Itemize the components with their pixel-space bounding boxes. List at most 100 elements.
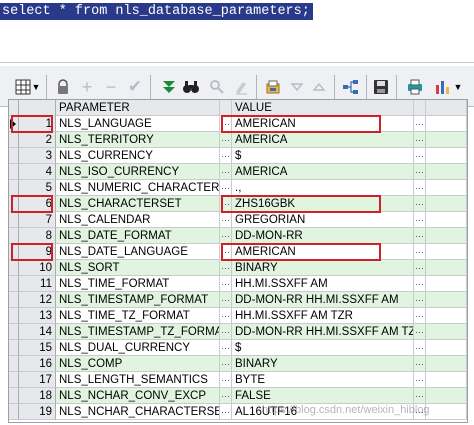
table-row[interactable]: 17 NLS_LENGTH_SEMANTICS ··· BYTE ··· (9, 372, 467, 388)
sql-text-selected[interactable]: select * from nls_database_parameters; (0, 3, 313, 20)
cell-value[interactable]: $ (232, 340, 414, 356)
cell-value[interactable]: FALSE (232, 388, 414, 404)
cell-value[interactable]: HH.MI.SSXFF AM TZR (232, 308, 414, 324)
cell-more-button[interactable]: ··· (220, 340, 232, 356)
print-icon[interactable] (404, 76, 426, 98)
cell-more-button[interactable]: ··· (220, 404, 232, 420)
export-icon[interactable] (262, 76, 284, 98)
cell-more-button[interactable]: ··· (220, 164, 232, 180)
cell-more-button[interactable]: ··· (220, 308, 232, 324)
cell-parameter[interactable]: NLS_SORT (56, 260, 220, 276)
cell-more-button[interactable]: ··· (414, 180, 426, 196)
cell-parameter[interactable]: NLS_COMP (56, 356, 220, 372)
table-row[interactable]: 12 NLS_TIMESTAMP_FORMAT ··· DD-MON-RR HH.MI… (9, 292, 467, 308)
row-indicator[interactable] (9, 164, 19, 180)
sql-editor[interactable]: select * from nls_database_parameters; (0, 0, 474, 63)
sort-down-icon[interactable] (308, 76, 330, 98)
find-icon[interactable] (206, 76, 228, 98)
cell-value[interactable]: DD-MON-RR HH.MI.SSXFF AM (232, 292, 414, 308)
cell-more-button[interactable]: ··· (220, 132, 232, 148)
cell-parameter[interactable]: NLS_TIMESTAMP_TZ_FORMAT (56, 324, 220, 340)
row-indicator[interactable] (9, 132, 19, 148)
cell-more-button[interactable]: ··· (220, 228, 232, 244)
cell-more-button[interactable]: ··· (414, 116, 426, 132)
cell-parameter[interactable]: NLS_LENGTH_SEMANTICS (56, 372, 220, 388)
cell-more-button[interactable]: ··· (414, 324, 426, 340)
column-header-value[interactable]: VALUE (232, 100, 414, 116)
table-row[interactable]: 16 NLS_COMP ··· BINARY ··· (9, 356, 467, 372)
fetch-next-page-icon[interactable] (158, 76, 180, 98)
table-row[interactable]: 15 NLS_DUAL_CURRENCY ··· $ ··· (9, 340, 467, 356)
table-row[interactable]: 11 NLS_TIME_FORMAT ··· HH.MI.SSXFF AM ··· (9, 276, 467, 292)
table-row[interactable]: 14 NLS_TIMESTAMP_TZ_FORMAT ··· DD-MON-RR HH… (9, 324, 467, 340)
cell-more-button[interactable]: ··· (414, 196, 426, 212)
cell-parameter[interactable]: NLS_LANGUAGE (56, 116, 220, 132)
cell-parameter[interactable]: NLS_CALENDAR (56, 212, 220, 228)
cell-value[interactable]: AMERICA (232, 164, 414, 180)
row-indicator[interactable] (9, 148, 19, 164)
cell-more-button[interactable]: ··· (220, 180, 232, 196)
row-indicator[interactable] (9, 180, 19, 196)
cell-more-button[interactable]: ··· (220, 372, 232, 388)
cell-parameter[interactable]: NLS_NCHAR_CHARACTERSET (56, 404, 220, 420)
cell-parameter[interactable]: NLS_TERRITORY (56, 132, 220, 148)
cell-more-button[interactable]: ··· (414, 244, 426, 260)
row-indicator[interactable] (9, 212, 19, 228)
post-edit-icon[interactable]: ✔ (124, 76, 146, 98)
cell-more-button[interactable]: ··· (220, 260, 232, 276)
cell-more-button[interactable]: ··· (414, 212, 426, 228)
cell-more-button[interactable]: ··· (414, 148, 426, 164)
lock-icon[interactable] (52, 76, 74, 98)
cell-more-button[interactable]: ··· (220, 356, 232, 372)
cell-value[interactable]: $ (232, 148, 414, 164)
cell-more-button[interactable]: ··· (414, 356, 426, 372)
cell-parameter[interactable]: NLS_NUMERIC_CHARACTERS (56, 180, 220, 196)
row-indicator[interactable] (9, 228, 19, 244)
cell-more-button[interactable]: ··· (414, 260, 426, 276)
table-row[interactable]: 10 NLS_SORT ··· BINARY ··· (9, 260, 467, 276)
delete-record-icon[interactable]: − (100, 76, 122, 98)
table-row[interactable]: 18 NLS_NCHAR_CONV_EXCP ··· FALSE ··· (9, 388, 467, 404)
row-indicator[interactable] (9, 372, 19, 388)
cell-more-button[interactable]: ··· (414, 292, 426, 308)
cell-more-button[interactable]: ··· (414, 372, 426, 388)
cell-value[interactable]: ., (232, 180, 414, 196)
cell-more-button[interactable]: ··· (220, 388, 232, 404)
chart-icon[interactable] (432, 76, 454, 98)
cell-more-button[interactable]: ··· (220, 276, 232, 292)
sort-up-icon[interactable] (286, 76, 308, 98)
chevron-down-icon[interactable]: ▼ (452, 76, 464, 98)
query-tree-icon[interactable] (340, 76, 362, 98)
cell-more-button[interactable]: ··· (220, 324, 232, 340)
row-indicator[interactable] (9, 404, 19, 420)
table-row[interactable]: 8 NLS_DATE_FORMAT ··· DD-MON-RR ··· (9, 228, 467, 244)
cell-more-button[interactable]: ··· (220, 212, 232, 228)
cell-parameter[interactable]: NLS_TIME_FORMAT (56, 276, 220, 292)
cell-more-button[interactable]: ··· (414, 308, 426, 324)
row-indicator[interactable] (9, 308, 19, 324)
table-row[interactable]: 13 NLS_TIME_TZ_FORMAT ··· HH.MI.SSXFF AM TZ… (9, 308, 467, 324)
row-indicator[interactable] (9, 388, 19, 404)
cell-more-button[interactable]: ··· (414, 228, 426, 244)
cell-more-button[interactable]: ··· (414, 276, 426, 292)
table-row[interactable]: 3 NLS_CURRENCY ··· $ ··· (9, 148, 467, 164)
cell-parameter[interactable]: NLS_CHARACTERSET (56, 196, 220, 212)
cell-value[interactable]: BINARY (232, 356, 414, 372)
row-indicator[interactable] (9, 260, 19, 276)
cell-parameter[interactable]: NLS_NCHAR_CONV_EXCP (56, 388, 220, 404)
cell-more-button[interactable]: ··· (220, 148, 232, 164)
cell-more-button[interactable]: ··· (414, 164, 426, 180)
table-row[interactable]: 7 NLS_CALENDAR ··· GREGORIAN ··· (9, 212, 467, 228)
cell-parameter[interactable]: NLS_CURRENCY (56, 148, 220, 164)
row-indicator[interactable] (9, 276, 19, 292)
table-row[interactable]: 4 NLS_ISO_CURRENCY ··· AMERICA ··· (9, 164, 467, 180)
cell-parameter[interactable]: NLS_TIME_TZ_FORMAT (56, 308, 220, 324)
cell-more-button[interactable]: ··· (414, 132, 426, 148)
save-icon[interactable] (370, 76, 392, 98)
fetch-last-page-icon[interactable] (180, 76, 202, 98)
cell-value[interactable]: HH.MI.SSXFF AM (232, 276, 414, 292)
cell-value[interactable]: DD-MON-RR (232, 228, 414, 244)
cell-value[interactable]: DD-MON-RR HH.MI.SSXFF AM TZR (232, 324, 414, 340)
cell-more-button[interactable]: ··· (220, 292, 232, 308)
chevron-down-icon[interactable]: ▼ (30, 76, 42, 98)
